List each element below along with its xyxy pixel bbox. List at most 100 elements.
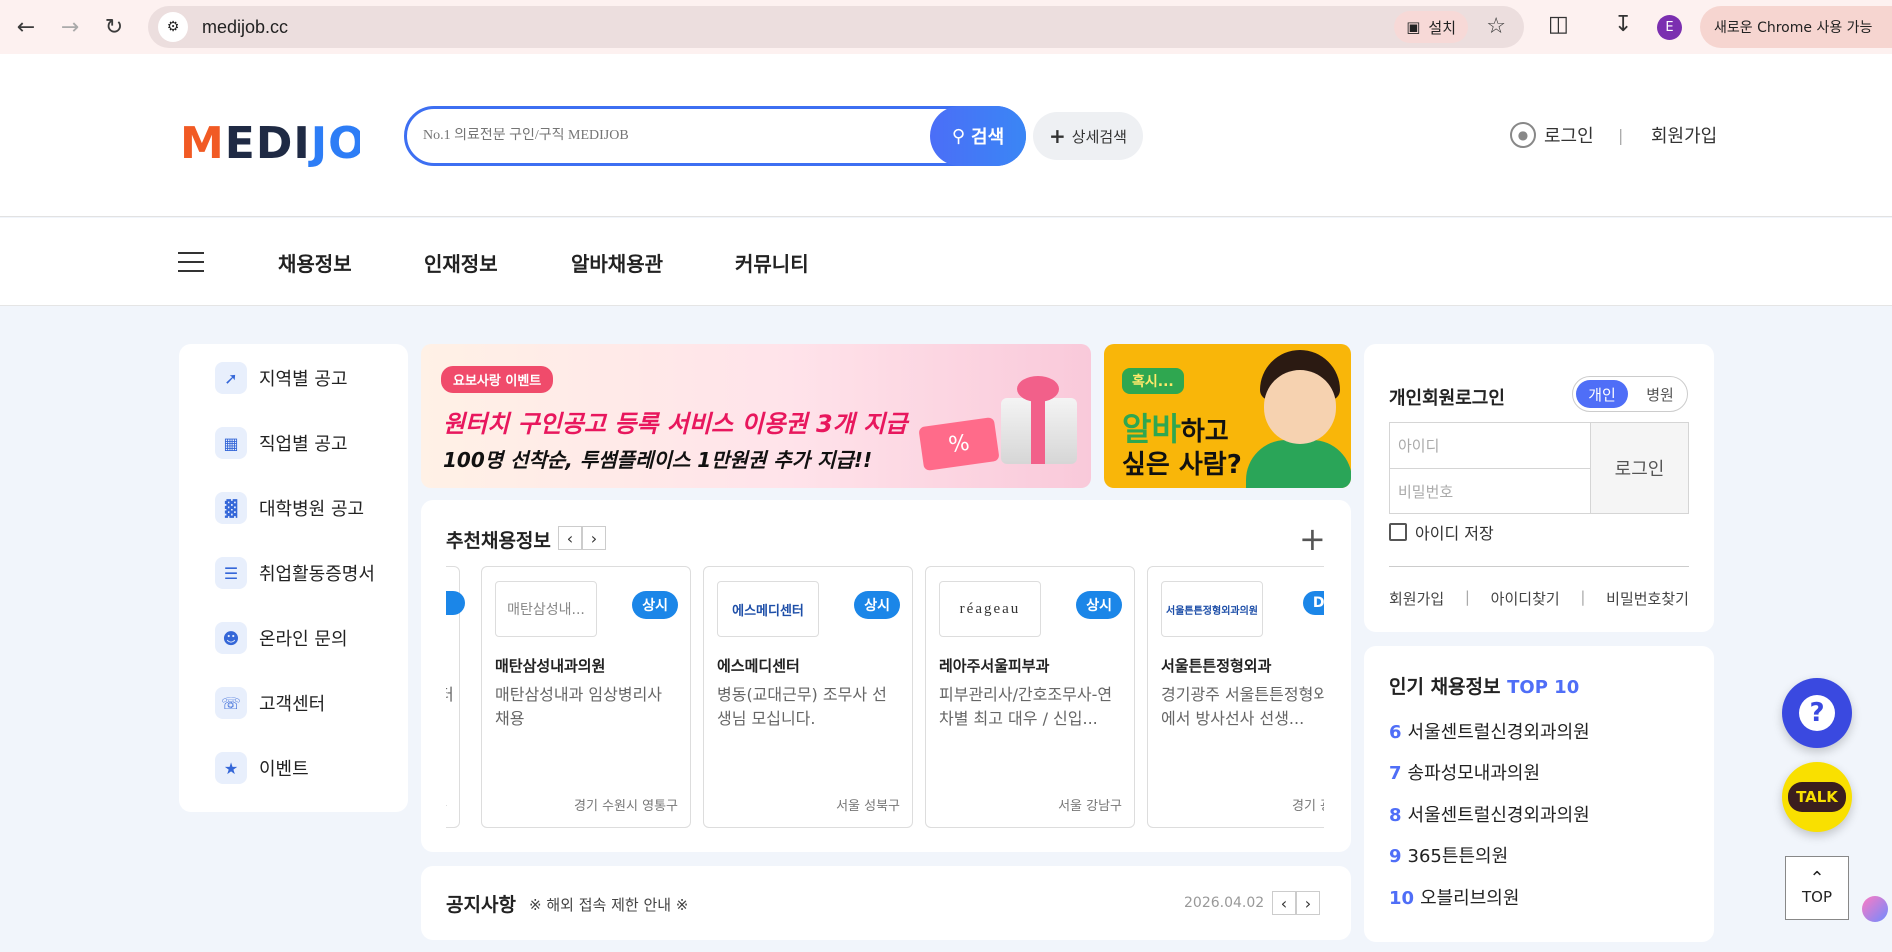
tab-personal[interactable]: 개인 (1576, 380, 1628, 408)
url-text[interactable]: medijob.cc (202, 17, 288, 38)
hamburger-menu-icon[interactable] (178, 252, 204, 272)
rank-number: 7 (1389, 763, 1402, 784)
event-headline: 원터치 구인공고 등록 서비스 이용권 3개 지급 (443, 410, 908, 438)
prev-arrow-icon[interactable]: ‹ (558, 526, 582, 550)
join-link[interactable]: 회원가입 (1389, 588, 1444, 609)
nav-item-part-time[interactable]: 알바채용관 (571, 248, 663, 277)
sidebar-item-certificate[interactable]: ☰ 취업활동증명서 (215, 557, 375, 589)
save-id-option[interactable]: 아이디 저장 (1389, 520, 1494, 544)
header-join-link[interactable]: 회원가입 (1651, 122, 1717, 148)
recommended-jobs-panel: 추천채용정보 ‹ › + 터 구 매탄삼성내... 상시 매탄삼성내과의원 매탄… (421, 500, 1351, 852)
install-icon: ▣ (1406, 18, 1421, 36)
list-item[interactable]: 8 서울센트럴신경외과의원 (1389, 801, 1590, 827)
detail-search-label: 상세검색 (1071, 127, 1127, 146)
search-button[interactable]: ⚲ 검색 (930, 106, 1026, 166)
save-id-checkbox[interactable] (1389, 523, 1407, 541)
kakao-talk-button[interactable]: TALK (1782, 762, 1852, 832)
assistant-icon[interactable] (1862, 896, 1888, 922)
member-type-toggle: 개인 병원 (1572, 376, 1688, 412)
job-card[interactable]: 에스메디센터 상시 에스메디센터 병동(교대근무) 조무사 선생님 모십니다. … (703, 566, 913, 828)
notice-next-icon[interactable]: › (1296, 891, 1320, 915)
job-card[interactable]: 서울튼튼정형외과의원 D-40 서울튼튼정형외과 경기광주 서울튼튼정형외과에서… (1147, 566, 1324, 828)
back-icon[interactable]: ← (8, 9, 44, 45)
find-id-link[interactable]: 아이디찾기 (1491, 588, 1560, 609)
nav-item-community[interactable]: 커뮤니티 (735, 248, 809, 277)
sidebar-item-label: 직업별 공고 (259, 434, 348, 455)
company-logo: 서울튼튼정형외과의원 (1161, 581, 1263, 637)
company-name: 매탄삼성내과의원 (495, 657, 606, 675)
popular-title: 인기 채용정보 TOP 10 (1389, 672, 1579, 699)
install-button[interactable]: ▣ 설치 (1394, 11, 1468, 43)
more-plus-icon[interactable]: + (1299, 520, 1326, 558)
list-item[interactable]: 6 서울센트럴신경외과의원 (1389, 718, 1590, 744)
nav-item-jobs[interactable]: 채용정보 (278, 248, 352, 277)
job-card-desc: 경기광주 서울튼튼정형외과에서 방사선사 선생... (1161, 685, 1324, 728)
search-input[interactable] (407, 128, 930, 144)
sidebar-item-occupation[interactable]: ▦ 직업별 공고 (215, 427, 348, 459)
login-title: 개인회원로그인 (1389, 388, 1505, 409)
list-item[interactable]: 9 365튼튼의원 (1389, 842, 1508, 868)
help-button[interactable]: ? (1782, 678, 1852, 748)
sidebar-item-online-inquiry[interactable]: ☻ 온라인 문의 (215, 622, 348, 654)
forward-icon[interactable]: → (52, 9, 88, 45)
logo-letters-edi: EDI (224, 118, 311, 169)
list-item[interactable]: 10 오블리브의원 (1389, 884, 1519, 910)
main-nav: 채용정보 인재정보 알바채용관 커뮤니티 (0, 218, 1892, 306)
address-bar[interactable]: ⚙ medijob.cc ▣ 설치 ☆ (148, 6, 1524, 48)
detail-search-button[interactable]: + 상세검색 (1033, 112, 1143, 160)
divider (1389, 566, 1689, 567)
event-tag: 요보사랑 이벤트 (441, 366, 554, 393)
part-time-banner[interactable]: 혹시... 알바하고 싶은 사람? (1104, 344, 1351, 488)
job-card[interactable]: 매탄삼성내... 상시 매탄삼성내과의원 매탄삼성내과 임상병리사 채용 경기 … (481, 566, 691, 828)
header-login-link[interactable]: ● 로그인 (1510, 122, 1594, 148)
rank-number: 9 (1389, 846, 1402, 867)
scroll-top-button[interactable]: ⌃ TOP (1785, 856, 1849, 920)
coupon-graphic: % (918, 416, 1000, 472)
event-subline: 100명 선착순, 투썸플레이스 1만원권 추가 지급!! (443, 448, 873, 472)
new-chrome-available-button[interactable]: 새로운 Chrome 사용 가능 (1700, 6, 1892, 48)
sidebar-item-university-hospital[interactable]: ▓ 대학병원 공고 (215, 492, 364, 524)
tab-hospital[interactable]: 병원 (1635, 380, 1685, 408)
profile-avatar[interactable]: E (1657, 15, 1682, 40)
logo-letter-m: M (180, 118, 225, 169)
medijob-logo[interactable]: MEDIJO (180, 118, 360, 218)
hospital-name: 365튼튼의원 (1407, 846, 1509, 867)
extensions-icon[interactable]: ◫ (1548, 12, 1569, 37)
company-name: 서울튼튼정형외과 (1161, 657, 1272, 675)
id-field[interactable]: 아이디 (1389, 422, 1591, 468)
password-field[interactable]: 비밀번호 (1389, 468, 1591, 514)
event-banner[interactable]: 요보사랑 이벤트 원터치 구인공고 등록 서비스 이용권 3개 지급 100명 … (421, 344, 1091, 488)
install-label: 설치 (1428, 18, 1456, 37)
reload-icon[interactable]: ↻ (96, 9, 132, 45)
pin-icon: ➚ (215, 362, 247, 394)
job-card-desc: 병동(교대근무) 조무사 선생님 모십니다. (717, 685, 887, 728)
header-login-label: 로그인 (1544, 126, 1594, 147)
nav-item-talent[interactable]: 인재정보 (424, 248, 498, 277)
login-button[interactable]: 로그인 (1590, 422, 1689, 514)
notice-text[interactable]: ※ 해외 접속 제한 안내 ※ (529, 894, 688, 915)
find-password-link[interactable]: 비밀번호찾기 (1606, 588, 1689, 609)
user-icon: ● (1510, 122, 1536, 148)
sidebar-item-region[interactable]: ➚ 지역별 공고 (215, 362, 348, 394)
notice-date: 2026.04.02 (1184, 895, 1265, 911)
next-arrow-icon[interactable]: › (582, 526, 606, 550)
id-card-icon: ▦ (215, 427, 247, 459)
sidebar-item-customer-center[interactable]: ☏ 고객센터 (215, 687, 325, 719)
list-item[interactable]: 7 송파성모내과의원 (1389, 759, 1540, 785)
sidebar-item-event[interactable]: ★ 이벤트 (215, 752, 309, 784)
person-icon: ☻ (215, 622, 247, 654)
site-settings-icon[interactable]: ⚙ (158, 12, 188, 42)
search-bar: ⚲ 검색 (404, 106, 1026, 166)
job-badge: 상시 (632, 591, 678, 619)
bookmark-star-icon[interactable]: ☆ (1486, 14, 1506, 39)
sidebar-item-label: 고객센터 (259, 694, 326, 715)
job-card-location: 경기 광주 (1292, 799, 1324, 814)
job-card-desc: 피부관리사/간호조무사-연차별 최고 대우 / 신입... (939, 685, 1113, 728)
job-card-partial[interactable]: 터 구 (446, 566, 465, 828)
banner2-line1-rest: 하고 (1180, 417, 1229, 447)
sidebar-item-label: 지역별 공고 (259, 369, 348, 390)
download-icon[interactable]: ↧ (1614, 12, 1632, 37)
job-card[interactable]: réageau 상시 레아주서울피부과 피부관리사/간호조무사-연차별 최고 대… (925, 566, 1135, 828)
popular-title-text: 인기 채용정보 (1389, 676, 1501, 698)
notice-prev-icon[interactable]: ‹ (1272, 891, 1296, 915)
